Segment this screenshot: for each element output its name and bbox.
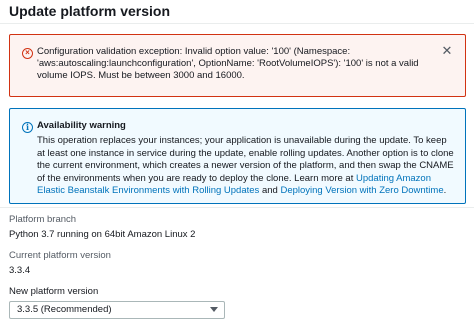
error-alert: × Configuration validation exception: In… bbox=[9, 34, 466, 97]
new-version-selected: 3.3.5 (Recommended) bbox=[17, 304, 112, 315]
new-version-label: New platform version bbox=[9, 286, 99, 297]
info-alert-title: Availability warning bbox=[37, 120, 126, 131]
platform-branch-value: Python 3.7 running on 64bit Amazon Linux… bbox=[9, 229, 196, 240]
caret-down-icon bbox=[210, 307, 218, 312]
current-version-label: Current platform version bbox=[9, 250, 111, 261]
info-alert: i Availability warning This operation re… bbox=[9, 108, 466, 204]
info-alert-body: This operation replaces your instances; … bbox=[37, 135, 457, 198]
info-conjunction: and bbox=[259, 185, 281, 196]
section-divider bbox=[0, 207, 474, 208]
platform-branch-label: Platform branch bbox=[9, 214, 77, 225]
zero-downtime-link[interactable]: Deploying Version with Zero Downtime bbox=[280, 185, 443, 196]
modal-header: Update platform version bbox=[0, 0, 474, 24]
info-end: . bbox=[443, 185, 447, 196]
new-version-select[interactable]: 3.3.5 (Recommended) bbox=[9, 301, 225, 319]
error-circle-icon: × bbox=[22, 48, 33, 59]
info-circle-icon: i bbox=[22, 122, 33, 133]
current-version-value: 3.3.4 bbox=[9, 265, 31, 276]
error-message: Configuration validation exception: Inva… bbox=[37, 46, 419, 81]
modal-title: Update platform version bbox=[9, 3, 171, 19]
close-icon[interactable]: ✕ bbox=[441, 44, 453, 57]
